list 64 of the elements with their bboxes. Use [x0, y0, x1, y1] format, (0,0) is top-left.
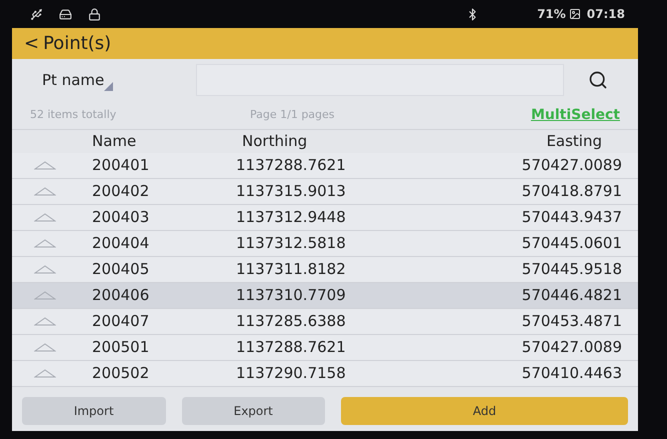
table-cell-text: 570446.4821 — [520, 285, 623, 306]
table-cell-text: 1137288.7621 — [236, 337, 347, 358]
battery-level: 71% — [537, 6, 566, 23]
table-cell-text: 1137310.7709 — [236, 285, 347, 306]
table-cell-text: 570445.9518 — [520, 259, 623, 280]
table-cell-text: 570418.8791 — [520, 181, 623, 202]
clock: 07:18 — [586, 6, 625, 23]
search-icon[interactable] — [588, 70, 608, 90]
table-cell-text: 200406 — [92, 285, 150, 306]
triangle-icon — [34, 369, 56, 378]
table-cell-text: 1137312.5818 — [236, 233, 347, 254]
table-cell-text: 200403 — [92, 207, 150, 228]
picture-icon — [568, 8, 581, 20]
table-row[interactable]: 200501 1137288.7621 570427.0089 — [12, 335, 638, 361]
table-cell-text: 200404 — [92, 233, 150, 254]
back-button[interactable]: < — [24, 30, 40, 57]
table-cell-text: 570427.0089 — [520, 155, 623, 176]
lock-icon — [88, 8, 101, 20]
table-row[interactable]: 200403 1137312.9448 570443.9437 — [12, 205, 638, 231]
table-row[interactable]: 200502 1137290.7158 570410.4463 — [12, 361, 638, 387]
table-cell-text: 1137285.6388 — [236, 311, 347, 332]
triangle-icon — [34, 317, 56, 326]
dropdown-corner-icon — [104, 82, 114, 92]
table-cell-text: 1137290.7158 — [236, 363, 347, 384]
triangle-icon — [34, 343, 56, 352]
column-header: Name — [92, 131, 138, 152]
action-button[interactable]: Add — [341, 397, 628, 425]
table-cell-text: 200501 — [92, 337, 150, 358]
page-indicator: Page 1/1 pages — [250, 106, 336, 123]
triangle-icon — [34, 187, 56, 196]
table-cell-text: 1137312.9448 — [236, 207, 347, 228]
table-row[interactable]: 200404 1137312.5818 570445.0601 — [12, 231, 638, 257]
table-cell-text: 570445.0601 — [520, 233, 623, 254]
usb-icon — [30, 8, 43, 20]
sd-card-icon — [59, 8, 72, 20]
table-cell-text: 200407 — [92, 311, 150, 332]
triangle-icon — [34, 265, 56, 274]
triangle-icon — [34, 291, 56, 300]
triangle-icon — [34, 161, 56, 170]
table-cell-text: 570453.4871 — [520, 311, 623, 332]
filter-dropdown[interactable]: Pt name — [42, 68, 182, 92]
table-cell-text: 570410.4463 — [520, 363, 623, 384]
column-header: Easting — [545, 131, 603, 152]
table-cell-text: 1137315.9013 — [236, 181, 347, 202]
triangle-icon — [34, 213, 56, 222]
table-cell-text: 1137311.8182 — [236, 259, 347, 280]
item-count: 52 items totally — [30, 106, 118, 123]
page-title: Point(s) — [43, 32, 112, 56]
table-cell-text: 200401 — [92, 155, 150, 176]
table-cell-text: 570443.9437 — [520, 207, 623, 228]
table-cell-text: 570427.0089 — [520, 337, 623, 358]
column-header: Northing — [242, 131, 308, 152]
table-row[interactable]: 200406 1137310.7709 570446.4821 — [12, 283, 638, 309]
table-cell-text: 200402 — [92, 181, 150, 202]
action-button[interactable]: Import — [22, 397, 166, 425]
table-row[interactable]: 200401 1137288.7621 570427.0089 — [12, 153, 638, 179]
table-row[interactable]: 200407 1137285.6388 570453.4871 — [12, 309, 638, 335]
action-button[interactable]: Export — [182, 397, 325, 425]
table-cell-text: 1137288.7621 — [236, 155, 347, 176]
table-row[interactable]: 200405 1137311.8182 570445.9518 — [12, 257, 638, 283]
table-row[interactable]: 200402 1137315.9013 570418.8791 — [12, 179, 638, 205]
table-cell-text: 200502 — [92, 363, 150, 384]
triangle-icon — [34, 239, 56, 248]
table-cell-text: 200405 — [92, 259, 150, 280]
